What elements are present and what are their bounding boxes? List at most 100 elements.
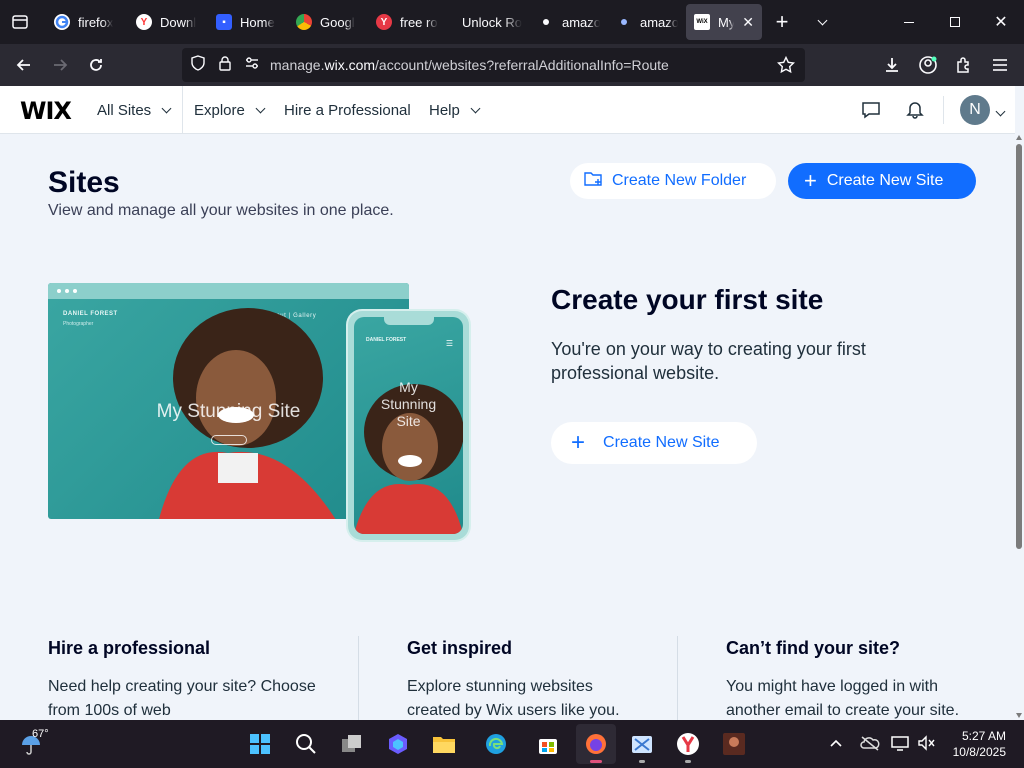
network-icon[interactable] bbox=[891, 735, 909, 756]
minimize-icon[interactable] bbox=[886, 0, 932, 44]
phone-headline: My Stunning Site bbox=[354, 379, 463, 430]
bell-icon[interactable] bbox=[905, 99, 925, 124]
plus-icon: + bbox=[804, 168, 817, 193]
mobile-site-preview: DANIEL FOREST ☰ My Stunning Site bbox=[348, 311, 469, 540]
dot-icon bbox=[543, 19, 549, 25]
search-icon[interactable] bbox=[286, 724, 326, 764]
wix-icon: WiX bbox=[694, 14, 710, 30]
yandex-browser-icon[interactable] bbox=[668, 724, 708, 764]
browser-tab-8[interactable]: amazo bbox=[608, 4, 686, 40]
permissions-icon[interactable] bbox=[244, 56, 260, 75]
new-tab-icon[interactable]: + bbox=[762, 0, 802, 44]
card-text: You might have logged in with another em… bbox=[726, 678, 960, 719]
back-icon[interactable] bbox=[6, 47, 42, 83]
page-subtitle: View and manage all your websites in one… bbox=[48, 202, 394, 219]
browser-tab-5[interactable]: Y free ro bbox=[368, 4, 448, 40]
browser-tab-active[interactable]: WiX My ✕ bbox=[686, 4, 762, 40]
close-tab-icon[interactable]: ✕ bbox=[742, 14, 754, 31]
explore-menu[interactable]: Explore bbox=[194, 86, 266, 134]
extensions-icon[interactable] bbox=[946, 47, 982, 83]
folder-plus-icon bbox=[584, 170, 604, 193]
hire-professional-link[interactable]: Hire a Professional bbox=[284, 86, 411, 134]
url-prefix: manage. bbox=[270, 57, 325, 73]
lock-icon[interactable] bbox=[218, 55, 232, 76]
create-new-folder-button[interactable]: Create New Folder bbox=[570, 163, 776, 199]
chat-icon[interactable] bbox=[861, 100, 881, 125]
restore-icon[interactable] bbox=[932, 0, 978, 44]
create-first-site-button[interactable]: + Create New Site bbox=[551, 422, 757, 464]
shield-icon[interactable] bbox=[190, 54, 206, 76]
tab-title: Googl bbox=[320, 14, 355, 30]
browser-tab-3[interactable]: ▪ Home bbox=[208, 4, 288, 40]
downloads-icon[interactable] bbox=[874, 47, 910, 83]
cta-subtitle: You're on your way to creating your firs… bbox=[551, 339, 866, 383]
browser-tab-6[interactable]: Unlock Rob bbox=[448, 4, 530, 40]
url-bar[interactable]: manage.wix.com/account/websites?referral… bbox=[182, 48, 805, 82]
browser-tab-7[interactable]: amazo bbox=[530, 4, 608, 40]
help-label: Help bbox=[429, 101, 460, 119]
bookmark-star-icon[interactable] bbox=[776, 55, 796, 79]
cant-find-site-card: Can’t find your site? You might have log… bbox=[726, 638, 986, 720]
task-view-icon[interactable] bbox=[332, 724, 372, 764]
sites-page: Sites View and manage all your websites … bbox=[0, 134, 1015, 720]
hamburger-menu-icon[interactable] bbox=[982, 47, 1018, 83]
photo-app-icon[interactable] bbox=[714, 724, 754, 764]
snipping-tool-icon[interactable] bbox=[622, 724, 662, 764]
avatar[interactable]: N bbox=[960, 95, 990, 125]
phone-headline-line-1: My bbox=[399, 379, 418, 395]
plus-icon: + bbox=[571, 429, 586, 456]
help-menu[interactable]: Help bbox=[429, 86, 481, 134]
browser-tab-4[interactable]: Googl bbox=[288, 4, 368, 40]
url-domain: wix.com bbox=[324, 57, 376, 73]
card-title: Can’t find your site? bbox=[726, 638, 901, 658]
create-new-site-button[interactable]: + Create New Site bbox=[788, 163, 976, 199]
google-icon bbox=[54, 14, 70, 30]
tab-list-chevron-icon[interactable] bbox=[802, 0, 842, 44]
browser-navbar: manage.wix.com/account/websites?referral… bbox=[0, 44, 1024, 86]
create-folder-label: Create New Folder bbox=[612, 172, 747, 189]
onedrive-icon[interactable] bbox=[860, 735, 880, 756]
get-inspired-card: Get inspired Explore stunning websites c… bbox=[407, 638, 647, 720]
copilot-icon[interactable] bbox=[378, 724, 418, 764]
url-path: /account/websites?referralAdditionalInfo… bbox=[375, 57, 669, 73]
system-clock[interactable]: 5:27 AM 10/8/2025 bbox=[942, 728, 1006, 760]
wix-header: WIX All Sites Explore Hire a Professiona… bbox=[0, 86, 1015, 134]
chevron-down-icon bbox=[255, 103, 266, 113]
firefox-view-icon[interactable] bbox=[0, 0, 40, 44]
browser-tab-2[interactable]: Y Downl bbox=[128, 4, 208, 40]
show-hidden-icons-chevron-icon[interactable] bbox=[829, 736, 843, 755]
clock-date: 10/8/2025 bbox=[952, 745, 1006, 759]
edge-icon[interactable] bbox=[476, 724, 516, 764]
close-window-icon[interactable]: ✕ bbox=[978, 0, 1024, 44]
reload-icon[interactable] bbox=[78, 47, 114, 83]
avatar-chevron-down-icon[interactable] bbox=[995, 106, 1006, 117]
volume-muted-icon[interactable] bbox=[917, 735, 935, 756]
file-explorer-icon[interactable] bbox=[424, 724, 464, 764]
card-text: Explore stunning websites created by Wix… bbox=[407, 678, 620, 719]
scrollbar-thumb[interactable] bbox=[1016, 144, 1022, 549]
microsoft-store-icon[interactable] bbox=[528, 724, 568, 764]
url-text[interactable]: manage.wix.com/account/websites?referral… bbox=[270, 57, 669, 73]
clock-time: 5:27 AM bbox=[961, 729, 1006, 743]
start-windows-icon[interactable] bbox=[240, 724, 280, 764]
phone-menu-icon: ☰ bbox=[445, 339, 453, 348]
tab-title: amazo bbox=[562, 14, 600, 30]
firefox-taskbar-icon[interactable] bbox=[576, 724, 616, 764]
tab-title: firefox bbox=[78, 14, 114, 30]
page-scrollbar[interactable] bbox=[1015, 134, 1024, 720]
chrome-icon bbox=[296, 14, 312, 30]
header-divider bbox=[182, 86, 183, 134]
hire-label: Hire a Professional bbox=[284, 101, 411, 119]
tab-title: Home bbox=[240, 14, 275, 30]
tab-title: My bbox=[718, 14, 735, 30]
card-text: Need help creating your site? Choose fro… bbox=[48, 678, 316, 719]
account-icon[interactable] bbox=[910, 47, 946, 83]
temperature: 67° bbox=[32, 728, 49, 740]
all-sites-menu[interactable]: All Sites bbox=[97, 86, 172, 134]
scroll-up-arrow-icon[interactable] bbox=[1016, 135, 1022, 140]
scroll-down-arrow-icon[interactable] bbox=[1016, 713, 1022, 718]
explore-label: Explore bbox=[194, 101, 245, 119]
tab-title: Unlock Rob bbox=[462, 14, 522, 30]
browser-tab-1[interactable]: firefox bbox=[46, 4, 128, 40]
wix-logo[interactable]: WIX bbox=[20, 97, 72, 125]
